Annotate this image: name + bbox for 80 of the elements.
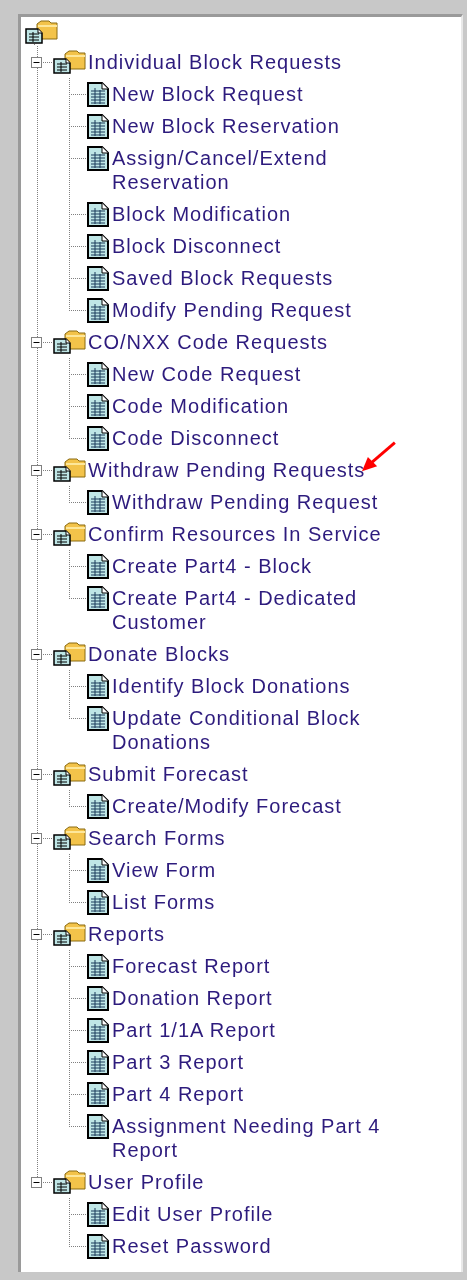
tree-item-link[interactable]: List Forms [109, 886, 216, 918]
spreadsheet-icon [87, 426, 109, 451]
tree-item-link[interactable]: Assignment Needing Part 4 Report [109, 1110, 442, 1166]
tree-item-link[interactable]: New Block Request [109, 78, 304, 110]
spreadsheet-icon [87, 266, 109, 291]
spreadsheet-icon [87, 1082, 109, 1107]
tree-folder-item[interactable]: CO/NXX Code Requests [86, 326, 329, 358]
tree-folder-item[interactable]: Withdraw Pending Requests [86, 454, 366, 486]
spreadsheet-icon [87, 1234, 109, 1259]
tree-item-link[interactable]: Block Disconnect [109, 230, 282, 262]
collapse-button[interactable] [31, 1177, 42, 1188]
spreadsheet-icon [87, 954, 109, 979]
tree-item-link[interactable]: Code Modification [109, 390, 290, 422]
folder-document-icon [25, 19, 58, 44]
tree-item-link[interactable]: Create Part4 - Block [109, 550, 313, 582]
tree-item-link[interactable]: New Block Reservation [109, 110, 340, 142]
tree-item-link[interactable]: Part 1/1A Report [109, 1014, 276, 1046]
collapse-button[interactable] [31, 929, 42, 940]
tree-folder-item[interactable]: Submit Forecast [86, 758, 249, 790]
spreadsheet-icon [87, 554, 109, 579]
spreadsheet-icon [87, 706, 109, 731]
tree-item-link[interactable]: Edit User Profile [109, 1198, 274, 1230]
tree-folder-item[interactable]: Individual Block Requests [86, 46, 342, 78]
spreadsheet-icon [87, 890, 109, 915]
spreadsheet-icon [87, 82, 109, 107]
folder-document-icon [53, 922, 86, 946]
tree-folder-item[interactable]: User Profile [86, 1166, 205, 1198]
folder-document-icon [53, 330, 86, 354]
tree-item-link[interactable]: Identify Block Donations [109, 670, 351, 702]
tree-item-link[interactable]: Forecast Report [109, 950, 271, 982]
tree-item-link[interactable]: Code Disconnect [109, 422, 280, 454]
tree-item-link[interactable]: Update Conditional Block Donations [109, 702, 442, 758]
collapse-button[interactable] [31, 769, 42, 780]
spreadsheet-icon [87, 674, 109, 699]
spreadsheet-icon [87, 794, 109, 819]
tree-item-link[interactable]: Create/Modify Forecast [109, 790, 342, 822]
collapse-button[interactable] [31, 465, 42, 476]
collapse-button[interactable] [31, 337, 42, 348]
spreadsheet-icon [87, 202, 109, 227]
spreadsheet-icon [87, 362, 109, 387]
spreadsheet-icon [87, 586, 109, 611]
collapse-button[interactable] [31, 833, 42, 844]
folder-document-icon [53, 522, 86, 546]
tree-folder-item[interactable]: Reports [86, 918, 166, 950]
collapse-button[interactable] [31, 529, 42, 540]
folder-document-icon [53, 826, 86, 850]
spreadsheet-icon [87, 146, 109, 171]
tree-item-link[interactable]: Assign/Cancel/Extend Reservation [109, 142, 442, 198]
folder-document-icon [53, 50, 86, 74]
spreadsheet-icon [87, 1050, 109, 1075]
spreadsheet-icon [87, 114, 109, 139]
tree-item-link[interactable]: Reset Password [109, 1230, 272, 1262]
tree-item-link[interactable]: Withdraw Pending Request [109, 486, 379, 518]
spreadsheet-icon [87, 1018, 109, 1043]
tree-folder-item[interactable]: Donate Blocks [86, 638, 230, 670]
tree-item-link[interactable]: Create Part4 - Dedicated Customer [109, 582, 442, 638]
folder-document-icon [53, 1170, 86, 1194]
folder-document-icon [53, 458, 86, 482]
tree-folder-item[interactable]: Search Forms [86, 822, 226, 854]
folder-document-icon [53, 642, 86, 666]
tree-item-link[interactable]: Saved Block Requests [109, 262, 334, 294]
tree-item-link[interactable]: Block Modification [109, 198, 292, 230]
tree-folder-item[interactable]: Confirm Resources In Service [86, 518, 382, 550]
tree-item-link[interactable]: Part 4 Report [109, 1078, 244, 1110]
spreadsheet-icon [87, 234, 109, 259]
tree-item-link[interactable]: Donation Report [109, 982, 273, 1014]
spreadsheet-icon [87, 490, 109, 515]
spreadsheet-icon [87, 1202, 109, 1227]
tree-item-link[interactable]: View Form [109, 854, 217, 886]
tree-item-link[interactable]: Part 3 Report [109, 1046, 244, 1078]
spreadsheet-icon [87, 858, 109, 883]
folder-document-icon [53, 762, 86, 786]
collapse-button[interactable] [31, 649, 42, 660]
spreadsheet-icon [87, 986, 109, 1011]
spreadsheet-icon [87, 298, 109, 323]
spreadsheet-icon [87, 394, 109, 419]
tree-item-link[interactable]: New Code Request [109, 358, 302, 390]
tree-item-link[interactable]: Modify Pending Request [109, 294, 352, 326]
collapse-button[interactable] [31, 57, 42, 68]
spreadsheet-icon [87, 1114, 109, 1139]
